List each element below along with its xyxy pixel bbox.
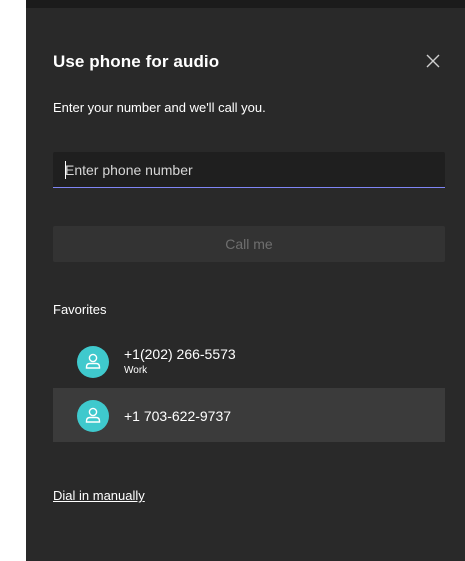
- dialog-subtitle: Enter your number and we'll call you.: [53, 100, 266, 115]
- person-icon: [85, 353, 101, 369]
- person-icon: [85, 407, 101, 423]
- favorite-item-work[interactable]: +1(202) 266-5573 Work: [53, 334, 445, 388]
- favorite-number: +1 703-622-9737: [124, 408, 232, 424]
- favorite-item-mobile[interactable]: +1 703-622-9737: [53, 388, 445, 442]
- phone-number-input[interactable]: [53, 152, 445, 188]
- top-edge-bar: [26, 0, 465, 8]
- dial-in-manually-link[interactable]: Dial in manually: [53, 488, 145, 503]
- dialog-title: Use phone for audio: [53, 52, 220, 71]
- close-icon: [426, 54, 440, 68]
- avatar: [77, 346, 109, 378]
- close-button[interactable]: [422, 50, 444, 72]
- use-phone-dialog: Use phone for audio Enter your number an…: [26, 8, 465, 561]
- text-caret: [65, 161, 66, 179]
- call-me-button[interactable]: Call me: [53, 226, 445, 262]
- favorites-heading: Favorites: [53, 302, 107, 317]
- avatar: [77, 400, 109, 432]
- favorite-type: Work: [124, 365, 148, 376]
- favorite-number: +1(202) 266-5573: [124, 346, 236, 362]
